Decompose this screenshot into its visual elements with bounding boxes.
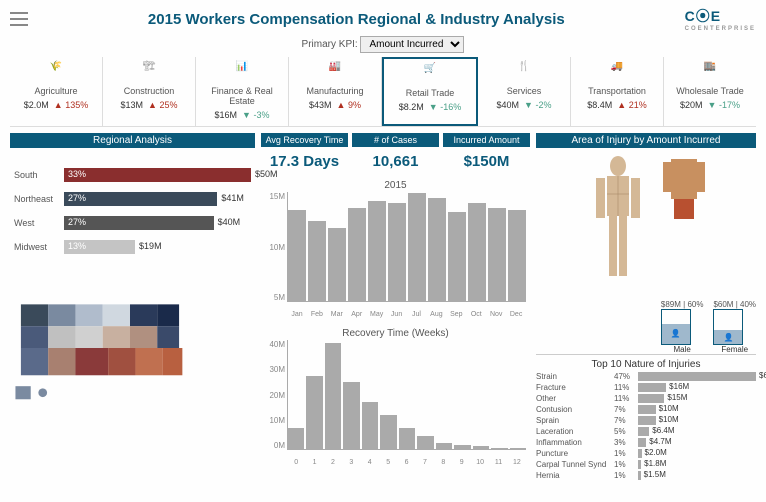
recovery-title: Recovery Time (Weeks): [261, 328, 530, 339]
sex-male[interactable]: $89M | 60%👤Male: [661, 300, 704, 354]
monthly-bar[interactable]: [488, 208, 506, 301]
region-row[interactable]: Northeast27%$41M: [14, 192, 251, 206]
industry-finance-real-estate[interactable]: 📊Finance & Real Estate$16M ▼ -3%: [196, 57, 289, 126]
recovery-bar[interactable]: [436, 443, 452, 449]
recovery-bar[interactable]: [491, 448, 507, 449]
industry-icon: 📊: [198, 61, 286, 83]
industry-wholesale-trade[interactable]: 🏬Wholesale Trade$20M ▼ -17%: [664, 57, 756, 126]
kpi-label: Avg Recovery Time: [261, 133, 348, 147]
kpi-value: 10,661: [352, 147, 439, 176]
industry-icon: 🍴: [480, 61, 568, 83]
recovery-bar[interactable]: [473, 446, 489, 449]
us-map[interactable]: [10, 288, 206, 408]
monthly-bar[interactable]: [328, 228, 346, 301]
recovery-bar[interactable]: [362, 402, 378, 449]
top10-row[interactable]: Fracture11%$16M: [536, 383, 756, 392]
kpi-value: $150M: [443, 147, 530, 176]
top10-row[interactable]: Contusion7%$10M: [536, 405, 756, 414]
top10-row[interactable]: Strain47%$67M: [536, 372, 756, 381]
primary-kpi-select[interactable]: Amount Incurred: [360, 36, 464, 53]
recovery-bar[interactable]: [325, 343, 341, 449]
industry-retail-trade[interactable]: 🛒Retail Trade$8.2M ▼ -16%: [382, 57, 478, 126]
body-front-icon[interactable]: [583, 154, 653, 294]
monthly-bar[interactable]: [468, 203, 486, 301]
monthly-bar[interactable]: [428, 198, 446, 301]
top10-row[interactable]: Puncture1%$2.0M: [536, 449, 756, 458]
monthly-bar[interactable]: [288, 210, 306, 301]
top10-title: Top 10 Nature of Injuries: [536, 354, 756, 370]
region-row[interactable]: South33%$50M: [14, 168, 251, 182]
logo: C⦿ECOENTERPRISE: [685, 6, 756, 32]
monthly-bar[interactable]: [368, 201, 386, 301]
menu-icon[interactable]: [10, 12, 28, 26]
monthly-bar[interactable]: [448, 212, 466, 301]
region-row[interactable]: West27%$40M: [14, 216, 251, 230]
industry-construction[interactable]: 🏗Construction$13M ▲ 25%: [103, 57, 196, 126]
monthly-bar[interactable]: [408, 193, 426, 301]
industry-services[interactable]: 🍴Services$40M ▼ -2%: [478, 57, 571, 126]
recovery-bar[interactable]: [288, 428, 304, 449]
industry-icon: 🚚: [573, 61, 661, 83]
industry-icon: 🏬: [666, 61, 754, 83]
monthly-chart[interactable]: [287, 192, 526, 302]
page-title: 2015 Workers Compensation Regional & Ind…: [28, 11, 685, 28]
recovery-bar[interactable]: [399, 428, 415, 449]
recovery-bar[interactable]: [510, 448, 526, 449]
region-row[interactable]: Midwest13%$19M: [14, 240, 251, 254]
top10-row[interactable]: Inflammation3%$4.7M: [536, 438, 756, 447]
area-title: Area of Injury by Amount Incurred: [536, 133, 756, 148]
kpi-label: # of Cases: [352, 133, 439, 147]
monthly-bar[interactable]: [348, 208, 366, 301]
top10-row[interactable]: Sprain7%$10M: [536, 416, 756, 425]
industry-transportation[interactable]: 🚚Transportation$8.4M ▲ 21%: [571, 57, 664, 126]
recovery-bar[interactable]: [417, 436, 433, 449]
industry-agriculture[interactable]: 🌾Agriculture$2.0M ▲ 135%: [10, 57, 103, 126]
recovery-bar[interactable]: [306, 376, 322, 449]
primary-kpi-label: Primary KPI:: [302, 39, 358, 50]
top10-row[interactable]: Hernia1%$1.5M: [536, 471, 756, 480]
recovery-bar[interactable]: [454, 445, 470, 449]
regional-title: Regional Analysis: [10, 133, 255, 148]
monthly-bar[interactable]: [308, 221, 326, 301]
recovery-bar[interactable]: [380, 415, 396, 449]
top10-row[interactable]: Carpal Tunnel Synd1%$1.8M: [536, 460, 756, 469]
sex-female[interactable]: $60M | 40%👤Female: [713, 300, 756, 354]
top10-row[interactable]: Laceration5%$6.4M: [536, 427, 756, 436]
kpi-label: Incurred Amount: [443, 133, 530, 147]
monthly-title: 2015: [261, 180, 530, 191]
recovery-chart[interactable]: [287, 340, 526, 450]
industry-manufacturing[interactable]: 🏭Manufacturing$43M ▲ 9%: [289, 57, 382, 126]
monthly-bar[interactable]: [508, 210, 526, 301]
top10-row[interactable]: Other11%$15M: [536, 394, 756, 403]
body-back-icon[interactable]: [659, 154, 709, 224]
industry-icon: 🏭: [291, 61, 379, 83]
industry-icon: 🌾: [12, 61, 100, 83]
industry-icon: 🛒: [386, 63, 474, 85]
monthly-bar[interactable]: [388, 203, 406, 301]
recovery-bar[interactable]: [343, 382, 359, 449]
industry-icon: 🏗: [105, 61, 193, 83]
